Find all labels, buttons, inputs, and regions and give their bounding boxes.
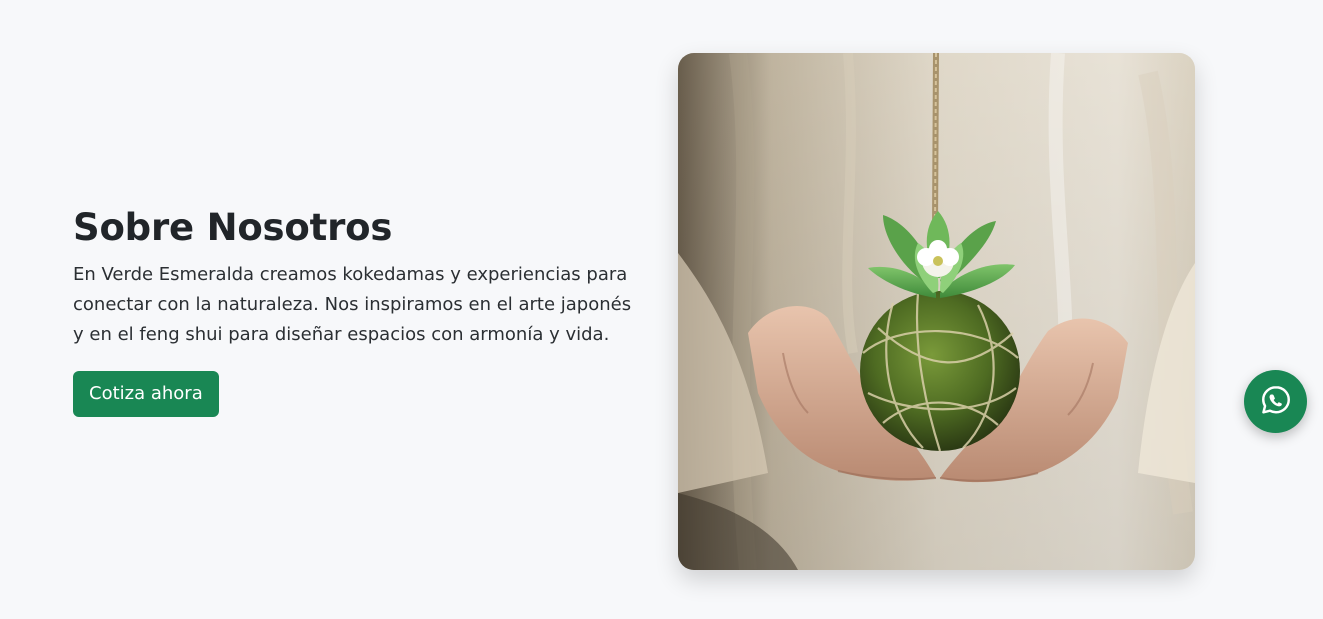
about-title: Sobre Nosotros	[73, 206, 393, 249]
about-text-column: Sobre Nosotros En Verde Esmeralda creamo…	[73, 202, 653, 417]
quote-now-button[interactable]: Cotiza ahora	[73, 371, 219, 417]
whatsapp-icon	[1259, 383, 1293, 421]
about-description: En Verde Esmeralda creamos kokedamas y e…	[73, 264, 632, 345]
whatsapp-button[interactable]	[1244, 370, 1307, 433]
kokedama-photo	[678, 53, 1195, 570]
about-section: Sobre Nosotros En Verde Esmeralda creamo…	[0, 0, 1323, 619]
